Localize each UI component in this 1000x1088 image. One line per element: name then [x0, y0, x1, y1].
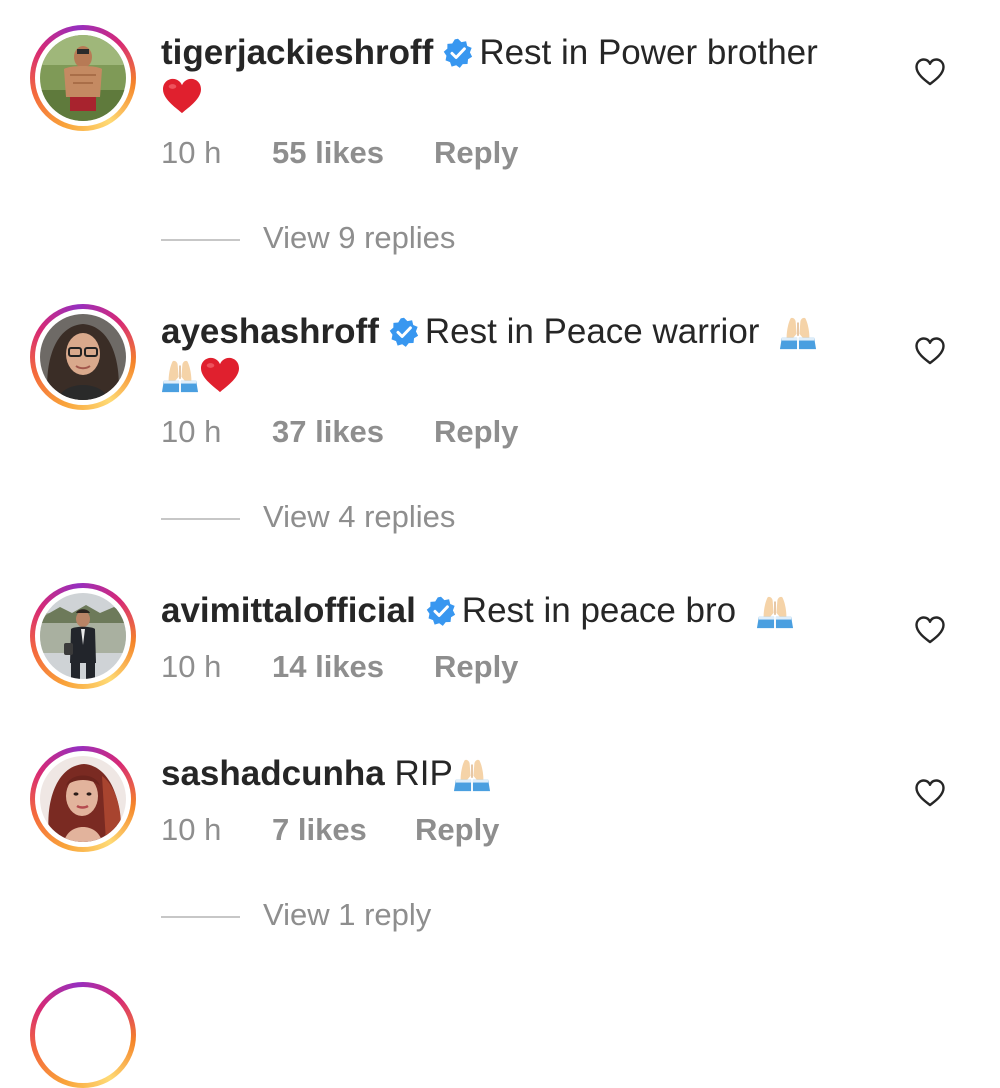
username[interactable]: ayeshashroff	[161, 312, 379, 351]
comment-text: Rest in Peace warrior	[424, 312, 760, 351]
comment-emoji-line	[161, 76, 203, 116]
likes-count[interactable]: 14 likes	[272, 649, 384, 685]
like-heart-icon[interactable]	[914, 336, 946, 366]
comment-line: sashadcunha RIP	[161, 754, 491, 794]
divider-line	[161, 518, 240, 520]
timestamp: 10 h	[161, 135, 222, 170]
username[interactable]: tigerjackieshroff	[161, 33, 433, 72]
avatar[interactable]	[30, 982, 136, 1088]
red-heart-emoji-icon	[161, 77, 203, 115]
view-replies-label: View 4 replies	[263, 499, 456, 534]
username[interactable]: avimittalofficial	[161, 591, 416, 630]
view-replies-label: View 1 reply	[263, 897, 432, 932]
likes-count[interactable]: 37 likes	[272, 414, 384, 450]
username[interactable]: sashadcunha	[161, 754, 385, 793]
avatar[interactable]	[30, 25, 136, 131]
comment-text: Rest in peace bro	[461, 591, 737, 630]
reply-button[interactable]: Reply	[434, 649, 518, 685]
timestamp: 10 h	[161, 649, 222, 684]
avatar-photo	[40, 314, 126, 400]
avatar-photo	[40, 35, 126, 121]
verified-badge-icon	[426, 596, 456, 626]
comment-line: ayeshashroff Rest in Peace warrior	[161, 312, 817, 352]
like-heart-icon[interactable]	[914, 57, 946, 87]
timestamp: 10 h	[161, 414, 222, 449]
avatar-photo	[40, 593, 126, 679]
verified-badge-icon	[443, 38, 473, 68]
like-heart-icon[interactable]	[914, 615, 946, 645]
comment-emoji-line	[161, 355, 241, 395]
reply-button[interactable]: Reply	[434, 135, 518, 171]
comment-line: avimittalofficial Rest in peace bro	[161, 591, 794, 631]
timestamp: 10 h	[161, 812, 222, 847]
reply-button[interactable]: Reply	[415, 812, 499, 848]
reply-button[interactable]: Reply	[434, 414, 518, 450]
comment-text: Rest in Power brother	[479, 33, 818, 72]
avatar[interactable]	[30, 746, 136, 852]
divider-line	[161, 916, 240, 918]
like-heart-icon[interactable]	[914, 778, 946, 808]
folded-hands-emoji-icon	[779, 313, 817, 351]
divider-line	[161, 239, 240, 241]
comment-text: RIP	[394, 754, 453, 793]
avatar[interactable]	[30, 304, 136, 410]
likes-count[interactable]: 7 likes	[272, 812, 367, 848]
avatar-photo	[40, 756, 126, 842]
likes-count[interactable]: 55 likes	[272, 135, 384, 171]
view-replies-label: View 9 replies	[263, 220, 456, 255]
comment-line: tigerjackieshroff Rest in Power brother	[161, 33, 818, 73]
avatar[interactable]	[30, 583, 136, 689]
red-heart-emoji-icon	[199, 356, 241, 394]
folded-hands-emoji-icon	[756, 592, 794, 630]
folded-hands-emoji-icon	[453, 755, 491, 793]
verified-badge-icon	[389, 317, 419, 347]
folded-hands-emoji-icon	[161, 356, 199, 394]
